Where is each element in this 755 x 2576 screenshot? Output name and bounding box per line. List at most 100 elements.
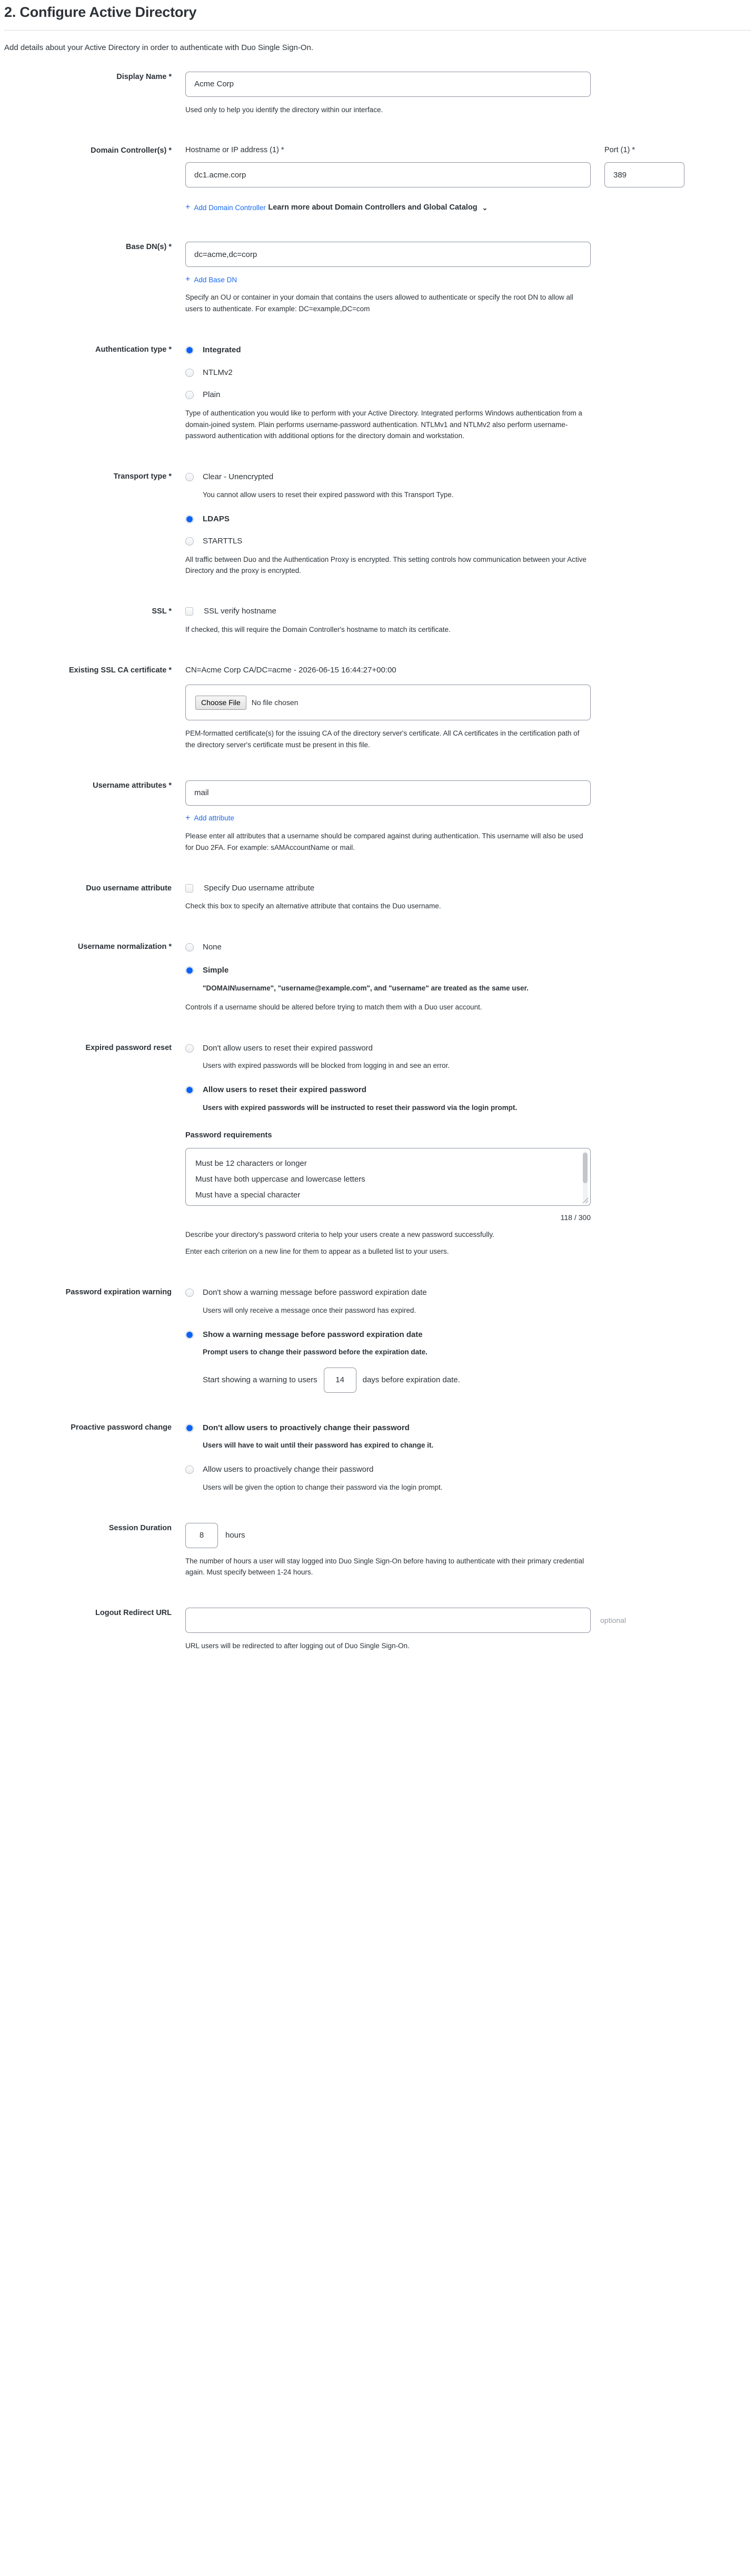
radio-expired-allow[interactable]: Allow users to reset their expired passw… xyxy=(185,1084,751,1095)
radio-label: Integrated xyxy=(203,345,241,355)
radio-icon[interactable] xyxy=(185,368,194,377)
radio-proactive-allow[interactable]: Allow users to proactively change their … xyxy=(185,1464,751,1475)
note-normalization-simple: "DOMAIN\username", "username@example.com… xyxy=(203,984,529,992)
radio-icon-selected[interactable] xyxy=(185,346,194,355)
add-domain-controller-label: Add Domain Controller xyxy=(194,203,266,212)
radio-transport-starttls[interactable]: STARTTLS xyxy=(185,536,751,547)
label-expired-password-reset: Expired password reset xyxy=(85,1043,172,1052)
radio-icon[interactable] xyxy=(185,537,194,546)
domain-controller-host-input[interactable] xyxy=(185,162,591,188)
radio-expiration-warning-dont-show[interactable]: Don't show a warning message before pass… xyxy=(185,1287,751,1298)
radio-icon-selected[interactable] xyxy=(185,966,194,975)
logout-redirect-url-input[interactable] xyxy=(185,1608,591,1633)
radio-expired-dont-allow[interactable]: Don't allow users to reset their expired… xyxy=(185,1043,751,1054)
help-session-duration: The number of hours a user will stay log… xyxy=(185,1557,584,1577)
label-display-name: Display Name * xyxy=(116,72,172,81)
radio-icon-selected[interactable] xyxy=(185,1330,194,1339)
field-row-transport-type: Transport type * Clear - Unencrypted You… xyxy=(0,471,755,577)
field-row-expired-password-reset: Expired password reset Don't allow users… xyxy=(0,1043,755,1257)
display-name-input[interactable] xyxy=(185,71,591,97)
help-display-name: Used only to help you identify the direc… xyxy=(185,105,383,114)
plus-icon: + xyxy=(185,203,191,212)
radio-icon[interactable] xyxy=(185,943,194,952)
radio-label: Allow users to proactively change their … xyxy=(203,1465,374,1474)
warning-days-prefix: Start showing a warning to users xyxy=(203,1375,317,1385)
domain-controller-port-input[interactable] xyxy=(604,162,684,188)
help-ssl-ca-certificate: PEM-formatted certificate(s) for the iss… xyxy=(185,729,580,749)
label-password-expiration-warning: Password expiration warning xyxy=(65,1288,172,1297)
radio-label: Don't show a warning message before pass… xyxy=(203,1288,427,1297)
field-row-proactive-password-change: Proactive password change Don't allow us… xyxy=(0,1422,755,1493)
username-attributes-input[interactable] xyxy=(185,780,591,806)
session-duration-input[interactable] xyxy=(185,1522,218,1548)
checkbox-icon[interactable] xyxy=(185,884,193,893)
label-username-attributes: Username attributes * xyxy=(93,781,172,790)
field-row-duo-username-attribute: Duo username attribute Specify Duo usern… xyxy=(0,883,755,912)
field-row-display-name: Display Name * Used only to help you ide… xyxy=(0,71,755,116)
radio-icon-selected[interactable] xyxy=(185,514,194,523)
warning-days-input[interactable] xyxy=(323,1367,356,1393)
note-expired-dont-allow: Users with expired passwords will be blo… xyxy=(203,1062,450,1070)
help-auth-type: Type of authentication you would like to… xyxy=(185,409,582,440)
ssl-ca-certificate-current-value: CN=Acme Corp CA/DC=acme - 2026-06-15 16:… xyxy=(185,665,396,675)
radio-label: Simple xyxy=(203,966,229,975)
radio-icon-selected[interactable] xyxy=(185,1423,194,1432)
radio-auth-plain[interactable]: Plain xyxy=(185,389,751,400)
base-dn-input[interactable] xyxy=(185,242,591,267)
radio-proactive-dont-allow[interactable]: Don't allow users to proactively change … xyxy=(185,1422,751,1433)
radio-normalization-simple[interactable]: Simple xyxy=(185,965,751,976)
no-file-chosen-label: No file chosen xyxy=(251,698,299,707)
label-auth-type: Authentication type * xyxy=(95,345,172,354)
radio-icon-selected[interactable] xyxy=(185,1086,194,1095)
domain-controller-grid: Hostname or IP address (1) * Port (1) * xyxy=(185,145,751,188)
password-requirements-counter: 118 / 300 xyxy=(560,1213,591,1222)
ssl-ca-certificate-file-input[interactable]: Choose File No file chosen xyxy=(185,685,591,721)
help-base-dn: Specify an OU or container in your domai… xyxy=(185,293,573,313)
choose-file-button[interactable]: Choose File xyxy=(195,695,246,710)
checkbox-icon[interactable] xyxy=(185,607,193,616)
radio-icon[interactable] xyxy=(185,1044,194,1053)
add-attribute-link[interactable]: + Add attribute xyxy=(185,814,234,823)
radio-auth-ntlmv2[interactable]: NTLMv2 xyxy=(185,367,751,378)
field-row-username-normalization: Username normalization * None Simple "DO… xyxy=(0,942,755,1013)
learn-more-domain-controllers-toggle[interactable]: Learn more about Domain Controllers and … xyxy=(268,203,488,212)
radio-icon[interactable] xyxy=(185,1465,194,1474)
radio-icon[interactable] xyxy=(185,391,194,400)
field-row-username-attributes: Username attributes * + Add attribute Pl… xyxy=(0,780,755,854)
checkbox-ssl-verify-hostname[interactable]: SSL verify hostname xyxy=(185,606,751,617)
warning-days-suffix: days before expiration date. xyxy=(362,1375,460,1385)
note-proactive-allow: Users will be given the option to change… xyxy=(203,1483,443,1491)
checkbox-specify-duo-username-attribute[interactable]: Specify Duo username attribute xyxy=(185,883,751,894)
add-base-dn-link[interactable]: + Add Base DN xyxy=(185,275,237,284)
radio-label: NTLMv2 xyxy=(203,368,233,377)
password-requirements-textarea[interactable] xyxy=(185,1148,591,1206)
textarea-scrollbar-thumb[interactable] xyxy=(583,1153,588,1184)
label-base-dn: Base DN(s) * xyxy=(125,243,172,252)
sublabel-hostname: Hostname or IP address (1) * xyxy=(185,145,284,154)
radio-transport-clear[interactable]: Clear - Unencrypted xyxy=(185,471,751,482)
radio-icon[interactable] xyxy=(185,473,194,482)
radio-label: Don't allow users to proactively change … xyxy=(203,1423,410,1432)
radio-normalization-none[interactable]: None xyxy=(185,942,751,953)
note-transport-clear: You cannot allow users to reset their ex… xyxy=(203,490,454,499)
help-username-attributes: Please enter all attributes that a usern… xyxy=(185,831,583,851)
radio-icon[interactable] xyxy=(185,1289,194,1297)
session-duration-unit: hours xyxy=(225,1531,245,1540)
password-requirements-title: Password requirements xyxy=(185,1131,272,1140)
password-requirements-wrapper xyxy=(185,1148,591,1206)
radio-auth-integrated[interactable]: Integrated xyxy=(185,344,751,355)
add-domain-controller-link[interactable]: + Add Domain Controller xyxy=(185,203,266,212)
radio-expiration-warning-show[interactable]: Show a warning message before password e… xyxy=(185,1329,751,1340)
label-ssl-ca-certificate: Existing SSL CA certificate * xyxy=(68,666,172,675)
label-ssl: SSL * xyxy=(152,607,172,616)
radio-transport-ldaps[interactable]: LDAPS xyxy=(185,513,751,524)
